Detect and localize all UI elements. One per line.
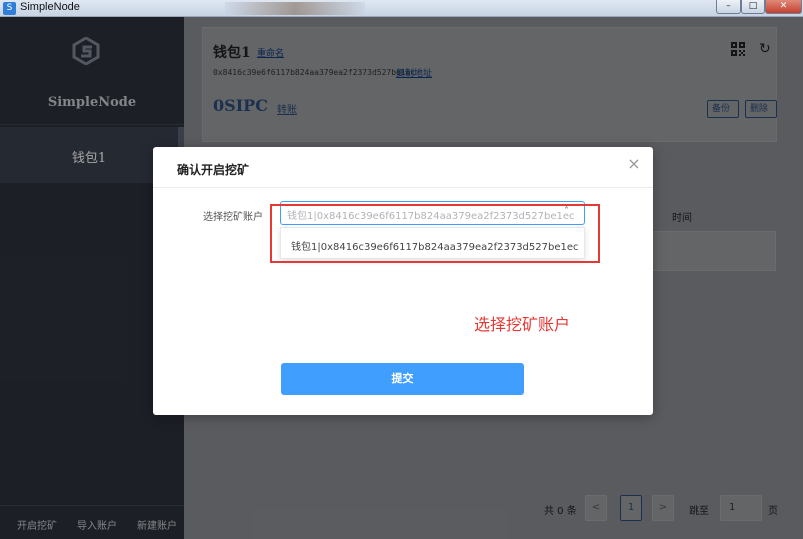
dialog-divider	[153, 187, 653, 188]
close-window-button[interactable]: ✕	[765, 0, 802, 14]
submit-button[interactable]: 提交	[281, 363, 524, 395]
close-icon[interactable]: ×	[627, 156, 641, 172]
start-mining-dialog: 确认开启挖矿 × 选择挖矿账户 钱包1|0x8416c39e6f6117b824…	[153, 147, 653, 415]
window-title-bar: S SimpleNode – □ ✕	[0, 0, 803, 17]
title-bar-decoration	[225, 2, 365, 15]
annotation-text: 选择挖矿账户	[474, 315, 571, 334]
mining-account-label: 选择挖矿账户	[203, 212, 263, 223]
window-title: SimpleNode	[20, 1, 80, 13]
dialog-title: 确认开启挖矿	[177, 163, 250, 177]
highlight-box	[270, 204, 600, 263]
minimize-button[interactable]: –	[716, 0, 741, 14]
maximize-button[interactable]: □	[741, 0, 765, 14]
app-logo-icon: S	[3, 2, 16, 15]
